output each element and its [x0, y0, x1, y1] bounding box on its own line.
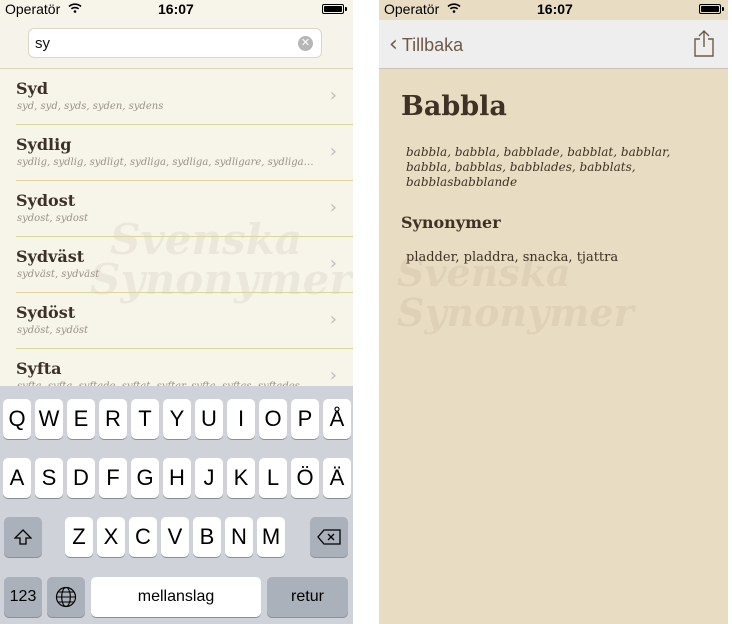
list-item[interactable]: Sydost sydost, sydost › — [16, 181, 353, 237]
key-t[interactable]: T — [131, 399, 159, 439]
carrier-label: Operatör — [384, 1, 440, 17]
key-u[interactable]: U — [195, 399, 223, 439]
battery-icon — [699, 4, 724, 14]
search-input[interactable] — [35, 31, 295, 55]
result-word: Sydlig — [16, 135, 72, 154]
carrier-label: Operatör — [5, 1, 61, 17]
globe-icon — [55, 586, 77, 608]
result-word: Sydväst — [16, 247, 85, 266]
key-p[interactable]: P — [291, 399, 319, 439]
entry-title: Babbla — [401, 91, 507, 122]
search-bar: ✕ — [0, 20, 353, 69]
shift-icon — [13, 529, 33, 545]
status-bar: Operatör 16:07 — [0, 0, 353, 20]
result-forms: sydlig, sydlig, sydligt, sydliga, sydlig… — [17, 157, 315, 168]
key-i[interactable]: I — [227, 399, 255, 439]
list-item[interactable]: Syftasyfta, syfta, syftade, syftat, syft… — [16, 349, 353, 386]
keyboard: 123 mellanslag retur QWERTYUIOPÅ ASDFGHJK… — [0, 386, 353, 624]
entry-content: Babbla babbla, babbla, babblade, babblat… — [379, 69, 728, 624]
clock: 16:07 — [537, 1, 573, 17]
key-x[interactable]: X — [97, 517, 125, 557]
synonyms-heading: Synonymer — [401, 213, 501, 232]
search-field[interactable]: ✕ — [28, 28, 322, 58]
key-z[interactable]: Z — [65, 517, 93, 557]
result-word: Syfta — [16, 359, 62, 378]
key-r[interactable]: R — [99, 399, 127, 439]
chevron-right-icon: › — [329, 197, 337, 218]
chevron-right-icon: › — [329, 141, 337, 162]
key-l[interactable]: L — [259, 458, 287, 498]
backspace-icon — [317, 529, 341, 545]
key-q[interactable]: Q — [3, 399, 31, 439]
return-key[interactable]: retur — [267, 577, 348, 617]
result-word: Sydöst — [16, 303, 76, 322]
battery-icon — [322, 4, 347, 14]
key-j[interactable]: J — [195, 458, 223, 498]
space-key[interactable]: mellanslag — [91, 577, 261, 617]
key-ä[interactable]: Ä — [323, 458, 351, 498]
list-item[interactable]: Sydlig sydlig, sydlig, sydligt, sydliga, … — [16, 125, 353, 181]
key-d[interactable]: D — [67, 458, 95, 498]
chevron-right-icon: › — [329, 253, 337, 274]
key-s[interactable]: S — [35, 458, 63, 498]
key-a[interactable]: A — [3, 458, 31, 498]
result-forms: sydväst, sydväst — [17, 269, 100, 280]
key-v[interactable]: V — [161, 517, 189, 557]
key-h[interactable]: H — [163, 458, 191, 498]
chevron-right-icon: › — [329, 309, 337, 330]
numbers-key[interactable]: 123 — [4, 577, 42, 617]
share-icon[interactable] — [692, 29, 716, 57]
key-b[interactable]: B — [193, 517, 221, 557]
globe-key[interactable] — [47, 577, 85, 617]
back-label: Tillbaka — [401, 35, 464, 55]
result-word: Syd — [16, 79, 49, 98]
key-y[interactable]: Y — [163, 399, 191, 439]
list-item[interactable]: Sydväst sydväst, sydväst › — [16, 237, 353, 293]
status-bar: Operatör 16:07 — [379, 0, 728, 20]
chevron-right-icon: › — [329, 365, 337, 386]
key-e[interactable]: E — [67, 399, 95, 439]
key-n[interactable]: N — [225, 517, 253, 557]
wifi-icon — [68, 3, 82, 13]
back-button[interactable]: ‹ Tillbaka — [389, 32, 463, 57]
inflections-text: babbla, babbla, babblade, babblat, babbl… — [406, 145, 671, 189]
key-m[interactable]: M — [257, 517, 285, 557]
shift-key[interactable] — [4, 517, 42, 557]
key-o[interactable]: O — [259, 399, 287, 439]
key-w[interactable]: W — [35, 399, 63, 439]
backspace-key[interactable] — [310, 517, 348, 557]
key-f[interactable]: F — [99, 458, 127, 498]
list-item[interactable]: Sydöst sydöst, sydöst › — [16, 293, 353, 349]
entry-screen: Svenska Synonymer Operatör 16:07 ‹ Tillba… — [379, 0, 728, 624]
chevron-right-icon: › — [329, 85, 337, 106]
result-forms: sydost, sydost — [17, 213, 89, 224]
search-screen: Svenska Synonymer Operatör 16:07 ✕ Sydsy… — [0, 0, 353, 624]
key-c[interactable]: C — [129, 517, 157, 557]
chevron-left-icon: ‹ — [389, 32, 398, 57]
synonyms-text: pladder, pladdra, snacka, tjattra — [406, 250, 619, 265]
list-item[interactable]: Syd syd, syd, syds, syden, sydens › — [16, 69, 353, 125]
key-k[interactable]: K — [227, 458, 255, 498]
key-å[interactable]: Å — [323, 399, 351, 439]
result-forms: sydöst, sydöst — [17, 325, 89, 336]
key-g[interactable]: G — [131, 458, 159, 498]
results-list: Syd syd, syd, syds, syden, sydens › Sydlig s… — [0, 69, 353, 386]
key-ö[interactable]: Ö — [291, 458, 319, 498]
result-word: Sydost — [16, 191, 76, 210]
result-forms: syd, syd, syds, syden, sydens — [17, 101, 164, 112]
wifi-icon — [447, 3, 461, 13]
clock: 16:07 — [158, 1, 194, 17]
nav-bar: ‹ Tillbaka — [379, 20, 728, 69]
clear-icon[interactable]: ✕ — [298, 36, 313, 51]
